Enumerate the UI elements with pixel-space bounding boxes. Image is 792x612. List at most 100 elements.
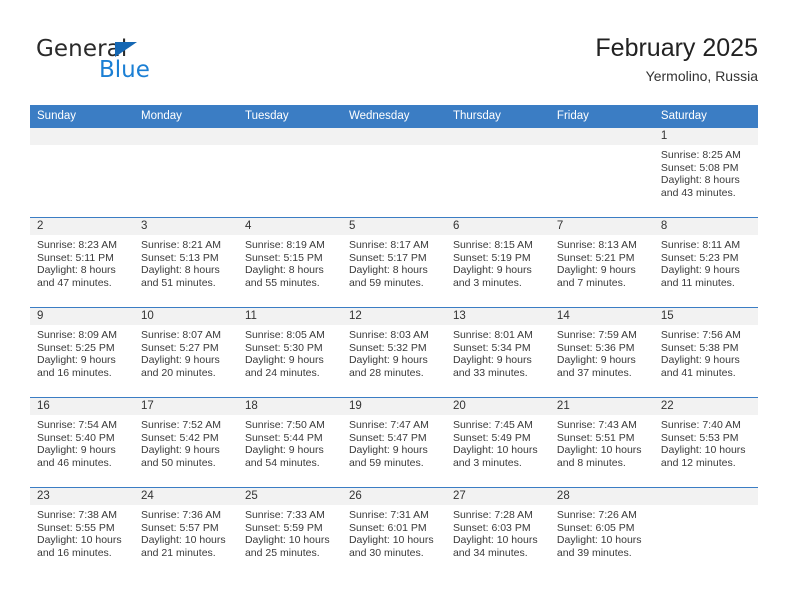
calendar-day-cell[interactable]: 22 Sunrise: 7:40 AM Sunset: 5:53 PM Dayligh… [653,397,758,488]
calendar-week-row: 2 Sunrise: 8:23 AM Sunset: 5:11 PM Daylight… [30,217,758,308]
daylight-text-line1: Daylight: 9 hours [37,354,116,367]
sunrise-text: Sunrise: 7:38 AM [37,509,117,521]
sunrise-text: Sunrise: 8:17 AM [348,239,429,251]
daylight-text-line2: and 59 minutes. [348,456,424,469]
calendar-day-cell[interactable]: 2 Sunrise: 8:23 AM Sunset: 5:11 PM Daylight… [30,217,134,308]
weekday-header-tuesday: Tuesday [237,105,342,128]
calendar-day-cell[interactable]: 3 Sunrise: 8:21 AM Sunset: 5:13 PM Daylight… [133,217,238,308]
daylight-text-line2: and 51 minutes. [140,276,216,289]
sunrise-text: Sunrise: 7:28 AM [452,509,533,521]
sunrise-text: Sunrise: 8:01 AM [452,329,533,341]
sunrise-text: Sunrise: 8:07 AM [140,329,221,341]
day-box: 27 Sunrise: 7:28 AM Sunset: 6:03 PM Dayligh… [445,488,550,578]
day-box: 6 Sunrise: 8:15 AM Sunset: 5:19 PM Daylight… [445,218,550,307]
daylight-text-line1: Daylight: 8 hours [140,264,220,277]
day-sun-info: Sunrise: 8:09 AM Sunset: 5:25 PM Daylight:… [30,325,134,379]
sunset-text: Sunset: 5:59 PM [244,521,323,534]
sunrise-text: Sunrise: 8:03 AM [348,329,429,341]
day-box: 9 Sunrise: 8:09 AM Sunset: 5:25 PM Daylight… [30,308,134,397]
day-box: 18 Sunrise: 7:50 AM Sunset: 5:44 PM Dayligh… [237,398,342,487]
sunrise-text: Sunrise: 7:26 AM [556,509,637,521]
daylight-text-line1: Daylight: 10 hours [556,444,642,457]
sunset-text: Sunset: 6:05 PM [556,521,635,534]
calendar-day-cell[interactable]: 23 Sunrise: 7:38 AM Sunset: 5:55 PM Dayligh… [30,487,134,578]
sunset-text: Sunset: 5:40 PM [37,431,115,444]
day-box [445,128,550,217]
sunset-text: Sunset: 6:03 PM [452,521,531,534]
day-sun-info: Sunrise: 7:56 AM Sunset: 5:38 PM Daylight:… [654,325,758,379]
daylight-text-line2: and 3 minutes. [452,276,522,289]
calendar-day-cell[interactable]: 14 Sunrise: 7:59 AM Sunset: 5:36 PM Dayligh… [549,307,654,398]
day-sun-info: Sunrise: 7:26 AM Sunset: 6:05 PM Daylight:… [550,505,654,559]
day-number: 1 [653,128,758,145]
daylight-text-line2: and 20 minutes. [140,366,216,379]
sunset-text: Sunset: 5:15 PM [244,251,323,264]
calendar-day-cell[interactable]: 25 Sunrise: 7:33 AM Sunset: 5:59 PM Dayligh… [237,487,342,578]
sunrise-text: Sunrise: 7:43 AM [556,419,637,431]
calendar-day-cell[interactable]: 10 Sunrise: 8:07 AM Sunset: 5:27 PM Dayligh… [133,307,238,398]
calendar-day-cell[interactable]: 16 Sunrise: 7:54 AM Sunset: 5:40 PM Dayligh… [30,397,134,488]
calendar-week-row: 23 Sunrise: 7:38 AM Sunset: 5:55 PM Dayligh… [30,487,758,578]
day-sun-info: Sunrise: 7:28 AM Sunset: 6:03 PM Daylight:… [446,505,550,559]
calendar-day-cell[interactable]: 13 Sunrise: 8:01 AM Sunset: 5:34 PM Dayligh… [445,307,550,398]
day-number: 25 [237,488,342,505]
sunset-text: Sunset: 5:11 PM [37,251,114,264]
day-box: 28 Sunrise: 7:26 AM Sunset: 6:05 PM Dayligh… [549,488,654,578]
day-box: 17 Sunrise: 7:52 AM Sunset: 5:42 PM Dayligh… [133,398,238,487]
calendar-day-cell[interactable]: 17 Sunrise: 7:52 AM Sunset: 5:42 PM Dayligh… [133,397,238,488]
day-sun-info: Sunrise: 7:43 AM Sunset: 5:51 PM Daylight:… [550,415,654,469]
daylight-text-line1: Daylight: 10 hours [244,534,330,547]
day-sun-info: Sunrise: 8:21 AM Sunset: 5:13 PM Daylight:… [134,235,238,289]
day-box: 4 Sunrise: 8:19 AM Sunset: 5:15 PM Daylight… [237,218,342,307]
day-sun-info: Sunrise: 8:13 AM Sunset: 5:21 PM Daylight:… [550,235,654,289]
day-box: 2 Sunrise: 8:23 AM Sunset: 5:11 PM Daylight… [30,218,134,307]
calendar-day-cell[interactable]: 18 Sunrise: 7:50 AM Sunset: 5:44 PM Dayligh… [237,397,342,488]
calendar-day-cell[interactable]: 1 Sunrise: 8:25 AM Sunset: 5:08 PM Daylight… [653,127,758,218]
day-sun-info: Sunrise: 7:40 AM Sunset: 5:53 PM Daylight:… [654,415,758,469]
calendar-day-cell[interactable]: 28 Sunrise: 7:26 AM Sunset: 6:05 PM Dayligh… [549,487,654,578]
sunset-text: Sunset: 5:36 PM [556,341,635,354]
daylight-text-line2: and 34 minutes. [452,546,528,559]
calendar-day-cell[interactable]: 12 Sunrise: 8:03 AM Sunset: 5:32 PM Dayligh… [341,307,446,398]
daylight-text-line2: and 50 minutes. [140,456,216,469]
day-box [549,128,654,217]
calendar-day-cell[interactable]: 5 Sunrise: 8:17 AM Sunset: 5:17 PM Daylight… [341,217,446,308]
calendar-day-cell[interactable]: 9 Sunrise: 8:09 AM Sunset: 5:25 PM Daylight… [30,307,134,398]
sunrise-text: Sunrise: 7:36 AM [140,509,221,521]
calendar-day-cell[interactable]: 6 Sunrise: 8:15 AM Sunset: 5:19 PM Daylight… [445,217,550,308]
daylight-text-line2: and 12 minutes. [660,456,736,469]
calendar-day-cell[interactable]: 19 Sunrise: 7:47 AM Sunset: 5:47 PM Dayligh… [341,397,446,488]
calendar-day-cell[interactable]: 21 Sunrise: 7:43 AM Sunset: 5:51 PM Dayligh… [549,397,654,488]
day-box: 3 Sunrise: 8:21 AM Sunset: 5:13 PM Daylight… [133,218,238,307]
calendar-day-cell[interactable]: 8 Sunrise: 8:11 AM Sunset: 5:23 PM Daylight… [653,217,758,308]
daylight-text-line1: Daylight: 9 hours [452,354,532,367]
calendar-day-cell[interactable]: 24 Sunrise: 7:36 AM Sunset: 5:57 PM Dayligh… [133,487,238,578]
day-box: 15 Sunrise: 7:56 AM Sunset: 5:38 PM Dayligh… [653,308,758,397]
calendar-day-cell-empty [341,127,446,218]
daylight-text-line2: and 59 minutes. [348,276,424,289]
daylight-text-line2: and 24 minutes. [244,366,320,379]
calendar-day-cell-empty [445,127,550,218]
sunrise-text: Sunrise: 7:59 AM [556,329,637,341]
sunset-text: Sunset: 5:55 PM [37,521,115,534]
calendar-day-cell[interactable]: 20 Sunrise: 7:45 AM Sunset: 5:49 PM Dayligh… [445,397,550,488]
day-number: 22 [653,398,758,415]
calendar-day-cell[interactable]: 4 Sunrise: 8:19 AM Sunset: 5:15 PM Daylight… [237,217,342,308]
calendar-day-cell[interactable]: 15 Sunrise: 7:56 AM Sunset: 5:38 PM Dayligh… [653,307,758,398]
calendar-day-cell-empty [237,127,342,218]
day-number: 5 [341,218,446,235]
weekday-header-friday: Friday [549,105,654,128]
calendar-day-cell[interactable]: 27 Sunrise: 7:28 AM Sunset: 6:03 PM Dayligh… [445,487,550,578]
sunrise-text: Sunrise: 7:33 AM [244,509,325,521]
daylight-text-line1: Daylight: 9 hours [556,354,636,367]
sunset-text: Sunset: 5:30 PM [244,341,323,354]
daylight-text-line2: and 41 minutes. [660,366,736,379]
sunrise-text: Sunrise: 7:31 AM [348,509,429,521]
calendar-day-cell[interactable]: 26 Sunrise: 7:31 AM Sunset: 6:01 PM Dayligh… [341,487,446,578]
generalblue-logo[interactable]: General Blue [36,36,256,92]
calendar-day-cell[interactable]: 11 Sunrise: 8:05 AM Sunset: 5:30 PM Dayligh… [237,307,342,398]
daylight-text-line1: Daylight: 8 hours [244,264,324,277]
calendar-day-cell[interactable]: 7 Sunrise: 8:13 AM Sunset: 5:21 PM Daylight… [549,217,654,308]
sunrise-text: Sunrise: 7:56 AM [660,329,741,341]
day-number: 16 [30,398,134,415]
